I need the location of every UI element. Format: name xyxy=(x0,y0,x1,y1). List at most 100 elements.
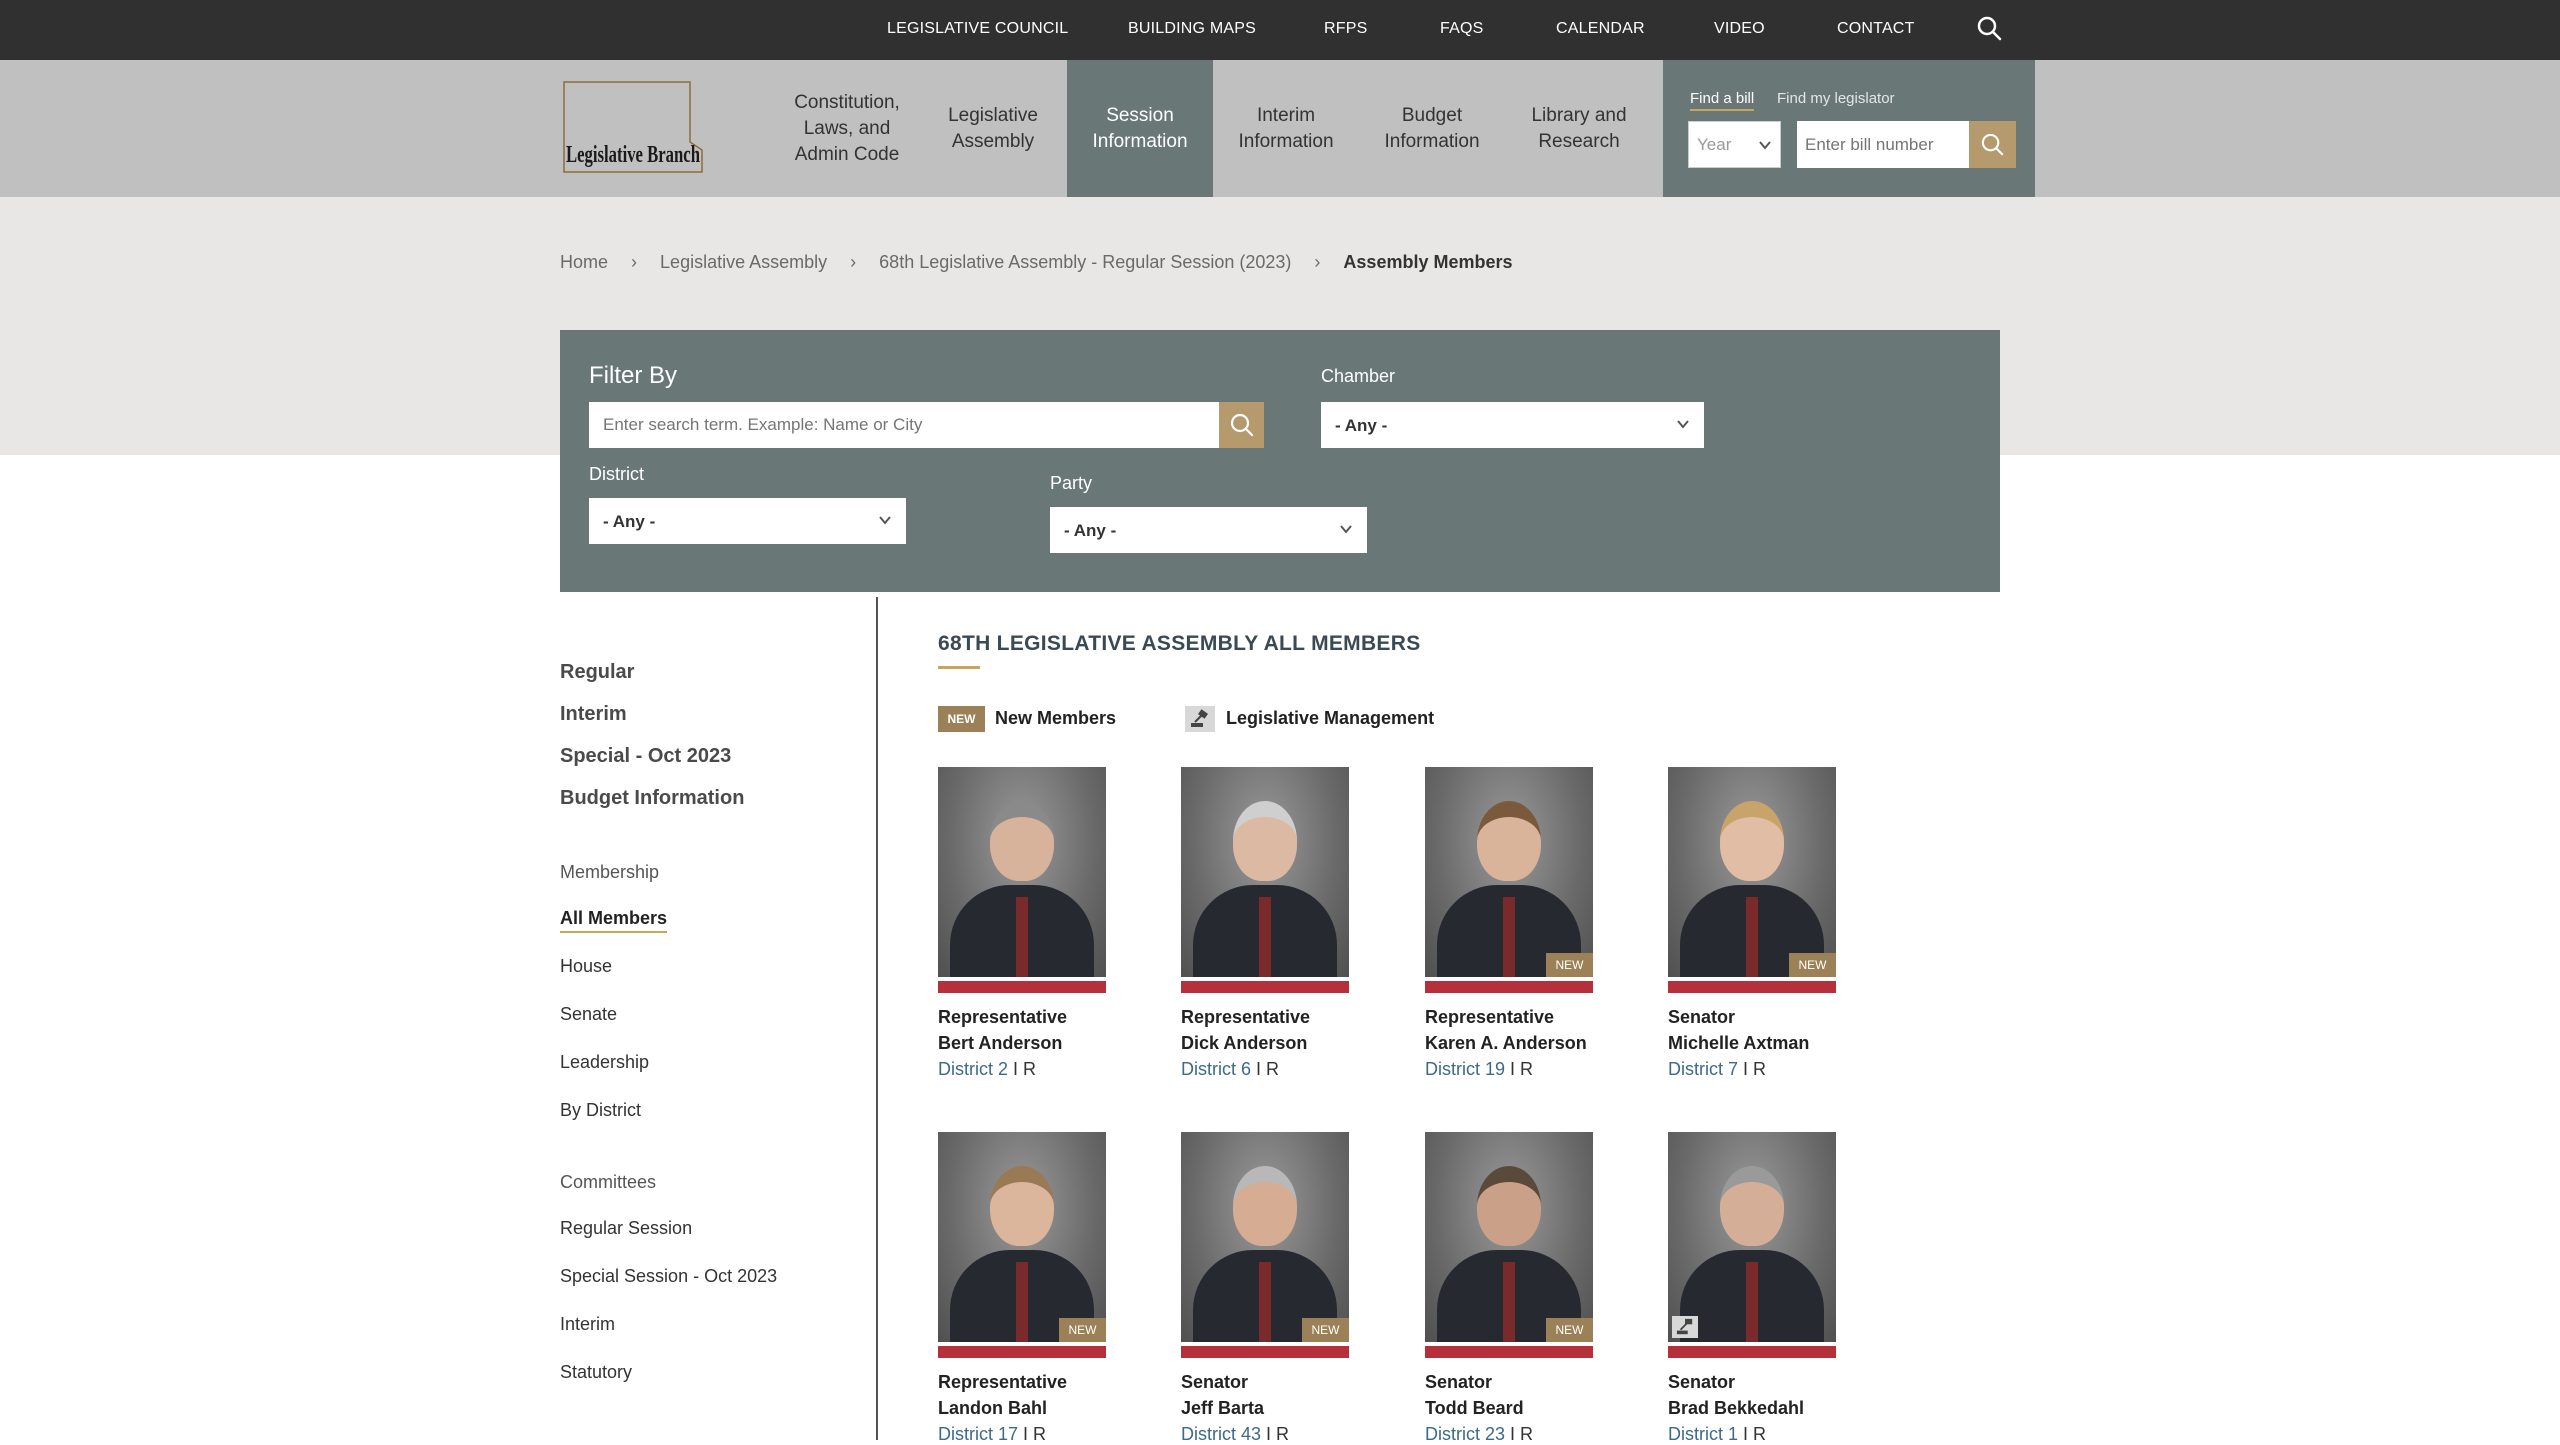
chamber-select[interactable]: - Any - xyxy=(1321,402,1704,448)
top-link-rfps[interactable]: RFPS xyxy=(1324,20,1367,38)
member-district-link[interactable]: District 23 xyxy=(1425,1424,1505,1444)
nav-label: Interim Information xyxy=(1238,104,1334,152)
breadcrumb-legislative-assembly[interactable]: Legislative Assembly xyxy=(660,252,827,272)
nav-session-information[interactable]: Session Information xyxy=(1067,60,1213,197)
meta-separator: I xyxy=(1505,1059,1521,1079)
district-select[interactable]: - Any - xyxy=(589,498,906,544)
member-photo[interactable]: NEW xyxy=(938,1132,1106,1342)
new-badge: NEW xyxy=(1789,953,1836,977)
member-name[interactable]: Jeff Barta xyxy=(1181,1398,1264,1419)
portrait-tie xyxy=(1746,1262,1758,1342)
party-select[interactable]: - Any - xyxy=(1050,507,1367,553)
bill-number-input[interactable] xyxy=(1797,121,1969,168)
member-name[interactable]: Landon Bahl xyxy=(938,1398,1047,1419)
member-photo[interactable]: NEW xyxy=(1425,1132,1593,1342)
member-photo[interactable] xyxy=(938,767,1106,977)
sidebar-session-regular[interactable]: Regular xyxy=(560,661,634,684)
year-select[interactable]: Year xyxy=(1688,121,1781,168)
meta-separator: I xyxy=(1008,1059,1024,1079)
member-district-link[interactable]: District 19 xyxy=(1425,1059,1505,1079)
member-meta: District 23 I R xyxy=(1425,1424,1533,1445)
sidebar-item-regular-session[interactable]: Regular Session xyxy=(560,1218,692,1239)
party-color-bar xyxy=(1425,1346,1593,1358)
top-link-faqs[interactable]: FAQS xyxy=(1440,20,1483,38)
sidebar-session-interim[interactable]: Interim xyxy=(560,703,627,726)
legislative-branch-logo[interactable]: Legislative Branch xyxy=(562,80,704,174)
top-link-legislative-council[interactable]: LEGISLATIVE COUNCIL xyxy=(887,20,1068,38)
member-photo[interactable]: NEW xyxy=(1668,767,1836,977)
nav-interim-information[interactable]: Interim Information xyxy=(1213,60,1359,197)
sidebar-item-leadership[interactable]: Leadership xyxy=(560,1052,649,1073)
new-badge: NEW xyxy=(1546,953,1593,977)
breadcrumb-session[interactable]: 68th Legislative Assembly - Regular Sess… xyxy=(879,252,1291,272)
chamber-label: Chamber xyxy=(1321,366,1396,386)
member-role: Representative xyxy=(938,1372,1068,1392)
nav-label: Legislative Assembly xyxy=(948,104,1038,152)
member-photo[interactable]: NEW xyxy=(1425,767,1593,977)
top-utility-bar: LEGISLATIVE COUNCIL BUILDING MAPS RFPS F… xyxy=(0,0,2560,60)
tab-find-a-bill[interactable]: Find a bill xyxy=(1690,90,1755,111)
tab-find-my-legislator[interactable]: Find my legislator xyxy=(1777,90,1895,107)
member-name[interactable]: Karen A. Anderson xyxy=(1425,1033,1587,1054)
sidebar-item-senate[interactable]: Senate xyxy=(560,1004,617,1025)
member-meta: District 17 I R xyxy=(938,1424,1046,1445)
nav-label: Budget Information xyxy=(1384,104,1480,152)
member-district-link[interactable]: District 17 xyxy=(938,1424,1018,1444)
search-icon[interactable] xyxy=(1975,14,2003,42)
sidebar-session-special[interactable]: Special - Oct 2023 xyxy=(560,745,731,768)
member-photo[interactable]: NEW xyxy=(1181,1132,1349,1342)
nav-label: Session Information xyxy=(1092,104,1188,152)
party-label: Party xyxy=(1050,473,1093,493)
meta-separator: I xyxy=(1738,1059,1754,1079)
top-link-contact[interactable]: CONTACT xyxy=(1837,20,1915,38)
sidebar-session-budget[interactable]: Budget Information xyxy=(560,787,744,810)
member-meta: District 1 I R xyxy=(1668,1424,1766,1445)
sidebar-item-statutory[interactable]: Statutory xyxy=(560,1362,632,1383)
nav-library-and-research[interactable]: Library and Research xyxy=(1506,60,1652,197)
sidebar-item-all-members[interactable]: All Members xyxy=(560,908,668,933)
party-color-bar xyxy=(1181,1346,1349,1358)
page-title: 68TH LEGISLATIVE ASSEMBLY ALL MEMBERS xyxy=(938,632,1421,655)
chamber-select-value: - Any - xyxy=(1335,416,1388,435)
member-name[interactable]: Bert Anderson xyxy=(938,1033,1062,1054)
nav-budget-information[interactable]: Budget Information xyxy=(1359,60,1505,197)
member-name[interactable]: Dick Anderson xyxy=(1181,1033,1307,1054)
breadcrumb-home[interactable]: Home xyxy=(560,252,608,272)
member-name[interactable]: Michelle Axtman xyxy=(1668,1033,1809,1054)
sidebar-item-special-session[interactable]: Special Session - Oct 2023 xyxy=(560,1266,777,1287)
member-name[interactable]: Todd Beard xyxy=(1425,1398,1524,1419)
filter-search-button[interactable] xyxy=(1219,402,1264,448)
nav-constitution-laws-admin-code[interactable]: Constitution, Laws, and Admin Code xyxy=(774,60,920,197)
member-district-link[interactable]: District 43 xyxy=(1181,1424,1261,1444)
member-photo[interactable] xyxy=(1181,767,1349,977)
member-role: Senator xyxy=(1425,1372,1493,1392)
member-district-link[interactable]: District 1 xyxy=(1668,1424,1738,1444)
party-color-bar xyxy=(1181,981,1349,993)
nav-legislative-assembly[interactable]: Legislative Assembly xyxy=(920,60,1066,197)
legend-new-members: New Members xyxy=(995,708,1117,728)
member-district-link[interactable]: District 7 xyxy=(1668,1059,1738,1079)
breadcrumb-separator: › xyxy=(631,252,638,272)
member-district-link[interactable]: District 6 xyxy=(1181,1059,1251,1079)
member-district-link[interactable]: District 2 xyxy=(938,1059,1008,1079)
sidebar-item-interim[interactable]: Interim xyxy=(560,1314,615,1335)
top-link-video[interactable]: VIDEO xyxy=(1714,20,1765,38)
bill-search-button[interactable] xyxy=(1969,121,2016,168)
sidebar-item-by-district[interactable]: By District xyxy=(560,1100,641,1121)
sidebar-item-house[interactable]: House xyxy=(560,956,612,977)
portrait-head xyxy=(990,801,1054,881)
member-name[interactable]: Brad Bekkedahl xyxy=(1668,1398,1804,1419)
top-link-calendar[interactable]: CALENDAR xyxy=(1556,20,1645,38)
top-link-building-maps[interactable]: BUILDING MAPS xyxy=(1128,20,1256,38)
title-underline xyxy=(938,666,980,669)
member-party: R xyxy=(1266,1059,1280,1079)
member-party: R xyxy=(1520,1424,1534,1444)
logo-text: Legislative Branch xyxy=(566,142,700,168)
filter-search-input[interactable] xyxy=(589,402,1219,448)
gavel-icon xyxy=(1672,1316,1698,1338)
portrait-tie xyxy=(1746,897,1758,977)
new-badge: NEW xyxy=(1059,1318,1106,1342)
party-color-bar xyxy=(1668,1346,1836,1358)
party-color-bar xyxy=(938,1346,1106,1358)
member-photo[interactable] xyxy=(1668,1132,1836,1342)
